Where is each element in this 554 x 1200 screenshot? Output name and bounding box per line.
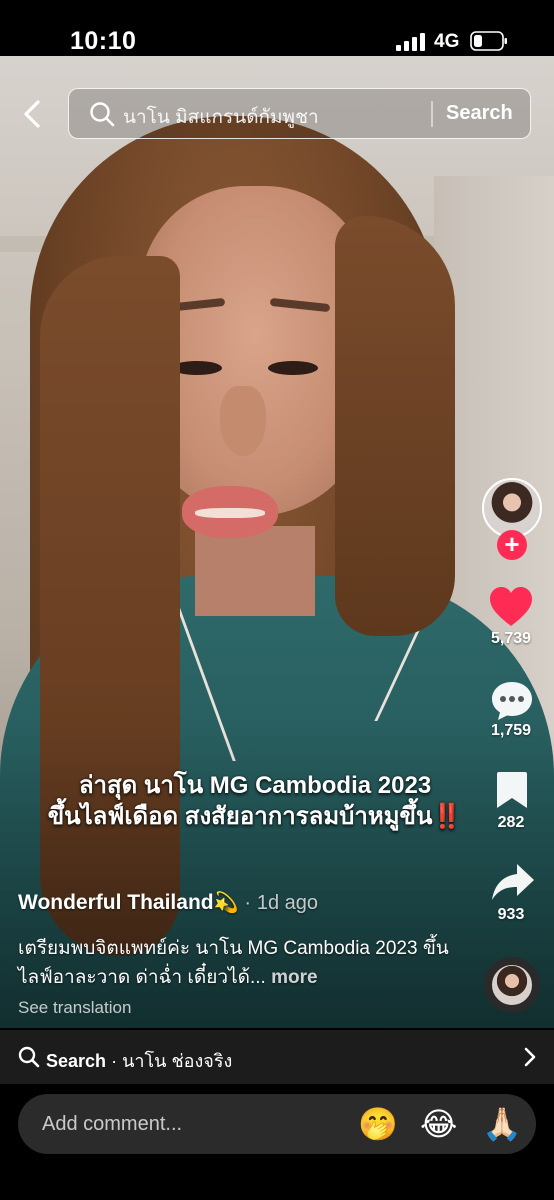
post-description[interactable]: เตรียมพบจิตแพทย์ค่ะ นาโน MG Cambodia 202… [18, 934, 458, 992]
like-count: 5,739 [490, 630, 532, 647]
network-type: 4G [434, 31, 460, 52]
overlay-line-2-text: ขึ้นไลฟ์เดือด สงสัยอาการลมบ้าหมูขึ้น [47, 803, 433, 830]
signal-icon [396, 33, 425, 51]
follow-button[interactable]: + [497, 530, 527, 560]
video-hair-right [335, 216, 455, 636]
video-mouth [195, 508, 265, 518]
overlay-line-1: ล่าสุด นาโน MG Cambodia 2023 [78, 772, 432, 799]
video-frame[interactable] [0, 56, 554, 1028]
back-icon[interactable] [18, 96, 48, 132]
related-search-label: Search [46, 1051, 107, 1071]
share-icon[interactable] [490, 862, 536, 902]
status-time: 10:10 [70, 27, 137, 55]
author-name[interactable]: Wonderful Thailand [18, 891, 214, 914]
folded-hands-emoji-icon[interactable]: 🙏🏻 [482, 1106, 522, 1142]
related-search-separator: · [111, 1051, 118, 1071]
video-nose [220, 386, 266, 456]
meta-separator: · [244, 892, 252, 914]
comment-icon[interactable] [490, 680, 534, 722]
comment-placeholder: Add comment... [42, 1113, 183, 1135]
tears-of-joy-emoji-icon[interactable]: 😂 [420, 1106, 457, 1142]
related-search-bar[interactable]: Search · นาโน ช่องจริง [0, 1030, 554, 1084]
search-input[interactable]: นาโน มิสแกรนด์กัมพูชา Search [68, 88, 531, 139]
search-query[interactable]: นาโน มิสแกรนด์กัมพูชา [123, 102, 319, 132]
heart-icon[interactable] [488, 586, 534, 628]
search-button[interactable]: Search [446, 102, 513, 125]
post-time: 1d ago [256, 892, 319, 914]
related-search-text: Search · นาโน ช่องจริง [46, 1046, 232, 1075]
video-neck [195, 526, 315, 616]
overlay-line-2: ขึ้นไลฟ์เดือด สงสัยอาการลมบ้าหมูขึ้น‼️ [20, 801, 490, 832]
bookmark-icon[interactable] [495, 770, 529, 810]
related-search-term: นาโน ช่องจริง [122, 1051, 233, 1071]
comment-bar: Add comment... 🤭 😂 🙏🏻 [0, 1084, 554, 1200]
comment-input[interactable]: Add comment... 🤭 😂 🙏🏻 [18, 1094, 536, 1154]
share-count: 933 [497, 906, 525, 923]
search-icon [18, 1046, 40, 1068]
video-eye-right [268, 361, 318, 375]
comment-count: 1,759 [490, 722, 532, 739]
see-translation-link[interactable]: See translation [18, 998, 131, 1018]
battery-icon [470, 31, 507, 51]
double-exclamation-icon: ‼️ [432, 803, 463, 830]
status-bar: 10:10 4G [0, 0, 554, 56]
chevron-right-icon [524, 1047, 536, 1067]
author-row: Wonderful Thailand💫 · 1d ago [18, 890, 318, 915]
more-link[interactable]: more [271, 967, 317, 988]
search-divider [431, 101, 433, 127]
description-text: เตรียมพบจิตแพทย์ค่ะ นาโน MG Cambodia 202… [18, 938, 449, 988]
video-text-overlay: ล่าสุด นาโน MG Cambodia 2023 ขึ้นไลฟ์เดื… [20, 770, 490, 832]
sound-disc[interactable] [484, 957, 540, 1013]
hand-over-mouth-emoji-icon[interactable]: 🤭 [358, 1106, 398, 1142]
dizzy-emoji-icon: 💫 [213, 892, 239, 914]
search-icon [90, 102, 115, 127]
